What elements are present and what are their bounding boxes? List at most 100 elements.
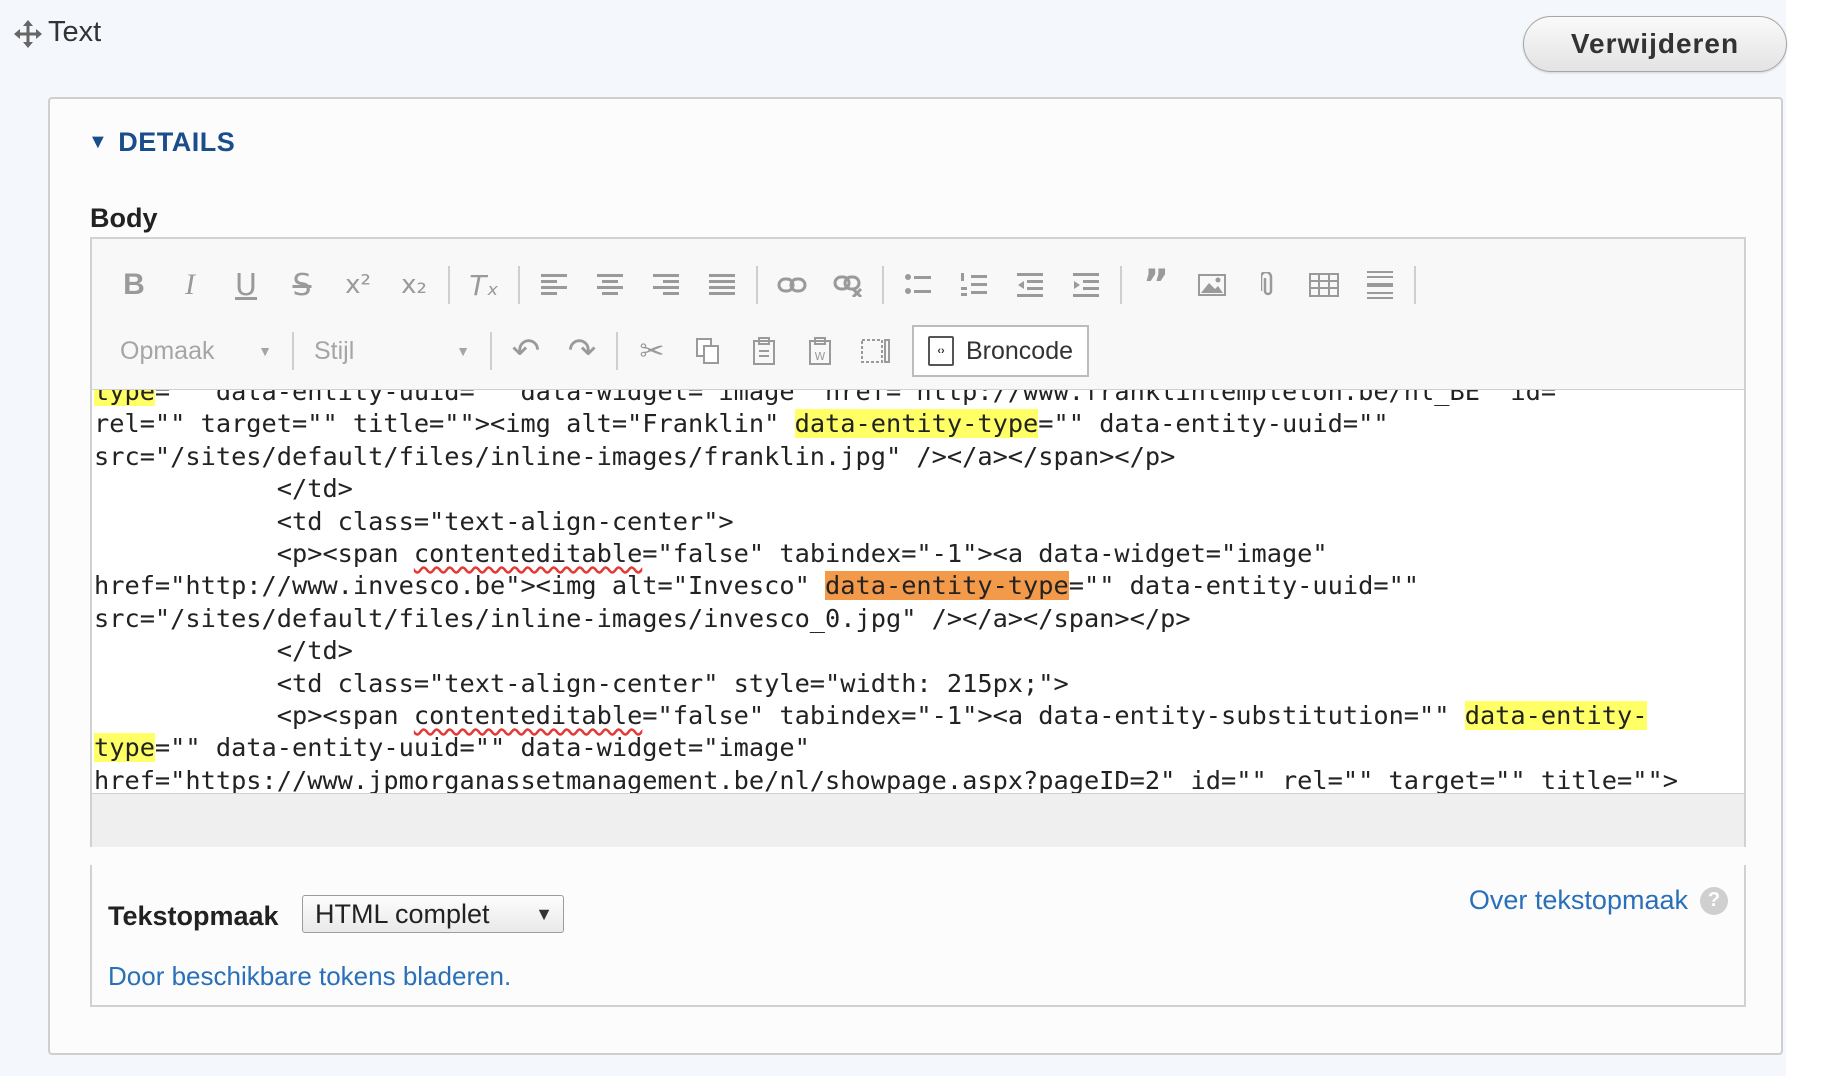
editor-resize-bar — [92, 794, 1744, 847]
image-icon[interactable] — [1184, 261, 1240, 309]
undo-icon[interactable]: ↶ — [498, 327, 554, 375]
source-line: href="https://www.jpmorganassetmanagemen… — [94, 765, 1678, 794]
copy-icon[interactable] — [680, 327, 736, 375]
outdent-icon[interactable] — [1002, 261, 1058, 309]
source-line: type="" data-entity-uuid="" data-widget=… — [94, 390, 1678, 408]
source-text: <p><span — [94, 539, 414, 569]
table-icon[interactable] — [1296, 261, 1352, 309]
source-text: ="" data-entity-uuid="" — [1068, 571, 1420, 601]
align-center-icon[interactable] — [582, 261, 638, 309]
align-left-icon[interactable] — [526, 261, 582, 309]
rich-text-editor: B I U S x² x₂ Tₓ ” Opmaak ▼ Stijl ▼ ↶ ↷ … — [90, 237, 1746, 847]
source-code-icon: ‹› — [928, 336, 954, 366]
source-line: type="" data-entity-uuid="" data-widget=… — [94, 732, 1678, 764]
help-icon[interactable]: ? — [1700, 886, 1728, 915]
chevron-down-icon: ▼ — [535, 903, 553, 924]
details-summary-label: DETAILS — [118, 127, 236, 157]
source-line: </td> — [94, 635, 1678, 667]
source-line: <p><span contenteditable="false" tabinde… — [94, 700, 1678, 732]
source-text: ="" data-entity-uuid="" data-widget="ima… — [154, 390, 1587, 406]
toolbar-separator — [756, 266, 758, 304]
source-button-label: Broncode — [966, 336, 1074, 365]
source-text: <td class="text-align-center" style="wid… — [94, 668, 1069, 698]
toolbar-separator — [616, 332, 618, 370]
text-format-help: Over tekstopmaak ? — [1469, 885, 1728, 916]
source-textarea[interactable]: type="" data-entity-uuid="" data-widget=… — [92, 390, 1744, 794]
search-highlight: type — [94, 733, 155, 763]
style-combo-label: Stijl — [314, 336, 355, 365]
source-text: href="http://www.invesco.be"><img alt="I… — [94, 571, 826, 601]
strikethrough-icon[interactable]: S — [274, 261, 330, 309]
remove-format-icon[interactable]: Tₓ — [456, 261, 512, 309]
body-label: Body — [90, 203, 158, 233]
text-format-select[interactable]: HTML complet ▼ — [302, 895, 564, 933]
file-attach-icon[interactable] — [1240, 261, 1296, 309]
source-line: rel="" target="" title=""><img alt="Fran… — [94, 408, 1678, 440]
search-highlight: data-entity- — [1464, 701, 1648, 731]
text-format-wrapper: Tekstopmaak HTML complet ▼ Over tekstopm… — [90, 865, 1746, 1007]
triangle-down-icon: ▼ — [88, 131, 109, 153]
toolbar-separator — [1120, 266, 1122, 304]
search-highlight: type — [94, 390, 155, 406]
italic-icon[interactable]: I — [162, 261, 218, 309]
source-text: ="false" tabindex="-1"><a data-entity-su… — [642, 701, 1465, 731]
toolbar-row-2: Opmaak ▼ Stijl ▼ ↶ ↷ ✂ W ‹› Broncode — [106, 323, 1090, 379]
source-button[interactable]: ‹› Broncode — [912, 325, 1090, 377]
editor-toolbar: B I U S x² x₂ Tₓ ” Opmaak ▼ Stijl ▼ ↶ ↷ … — [92, 239, 1744, 390]
toolbar-row-1: B I U S x² x₂ Tₓ ” — [106, 257, 1422, 313]
source-line: src="/sites/default/files/inline-images/… — [94, 441, 1678, 473]
source-text: <p><span — [94, 701, 414, 731]
toolbar-separator — [448, 266, 450, 304]
bulleted-list-icon[interactable] — [890, 261, 946, 309]
source-text: ="" data-entity-uuid="" — [1038, 409, 1389, 439]
source-text: ="" data-entity-uuid="" data-widget="ima… — [154, 733, 810, 763]
align-right-icon[interactable] — [638, 261, 694, 309]
browse-tokens-link[interactable]: Door beschikbare tokens bladeren. — [108, 961, 511, 992]
source-text: ="false" tabindex="-1"><a data-widget="i… — [642, 539, 1328, 569]
format-combo-label: Opmaak — [120, 336, 215, 365]
spellcheck-word: contenteditable — [413, 701, 643, 731]
source-text: </td> — [94, 474, 353, 504]
source-text: </td> — [94, 636, 353, 666]
text-format-selected: HTML complet — [315, 898, 490, 929]
spellcheck-word: contenteditable — [413, 539, 643, 569]
redo-icon[interactable]: ↷ — [554, 327, 610, 375]
svg-text:W: W — [815, 350, 826, 363]
justify-icon[interactable] — [694, 261, 750, 309]
toolbar-separator — [490, 332, 492, 370]
details-summary[interactable]: ▼ DETAILS — [88, 127, 235, 158]
indent-icon[interactable] — [1058, 261, 1114, 309]
horizontal-rule-icon[interactable] — [1352, 261, 1408, 309]
underline-icon[interactable]: U — [218, 261, 274, 309]
source-text: rel="" target="" title=""><img alt="Fran… — [94, 409, 795, 439]
paste-icon[interactable] — [736, 327, 792, 375]
bold-icon[interactable]: B — [106, 261, 162, 309]
chevron-down-icon: ▼ — [258, 343, 272, 359]
text-format-help-link[interactable]: Over tekstopmaak — [1469, 885, 1688, 916]
style-combo[interactable]: Stijl ▼ — [300, 327, 484, 375]
source-line: <td class="text-align-center" style="wid… — [94, 668, 1678, 700]
source-line: <p><span contenteditable="false" tabinde… — [94, 538, 1678, 570]
source-text: src="/sites/default/files/inline-images/… — [94, 603, 1191, 633]
search-highlight: data-entity-type — [794, 409, 1039, 439]
source-text: src="/sites/default/files/inline-images/… — [94, 441, 1176, 471]
remove-button[interactable]: Verwijderen — [1523, 16, 1787, 72]
format-combo[interactable]: Opmaak ▼ — [106, 327, 286, 375]
source-line: href="http://www.invesco.be"><img alt="I… — [94, 570, 1678, 602]
unlink-icon[interactable] — [820, 261, 876, 309]
link-icon[interactable] — [764, 261, 820, 309]
text-format-label: Tekstopmaak — [108, 901, 279, 931]
source-code-content: type="" data-entity-uuid="" data-widget=… — [94, 390, 1678, 794]
subscript-icon[interactable]: x₂ — [386, 261, 442, 309]
toolbar-separator — [292, 332, 294, 370]
paste-from-word-icon[interactable]: W — [792, 327, 848, 375]
superscript-icon[interactable]: x² — [330, 261, 386, 309]
source-text: href="https://www.jpmorganassetmanagemen… — [94, 765, 1678, 794]
show-blocks-icon[interactable] — [848, 327, 904, 375]
toolbar-separator — [518, 266, 520, 304]
blockquote-icon[interactable]: ” — [1128, 261, 1184, 309]
cut-icon[interactable]: ✂ — [624, 327, 680, 375]
source-line: </td> — [94, 473, 1678, 505]
drag-handle-icon[interactable] — [14, 20, 42, 48]
numbered-list-icon[interactable] — [946, 261, 1002, 309]
